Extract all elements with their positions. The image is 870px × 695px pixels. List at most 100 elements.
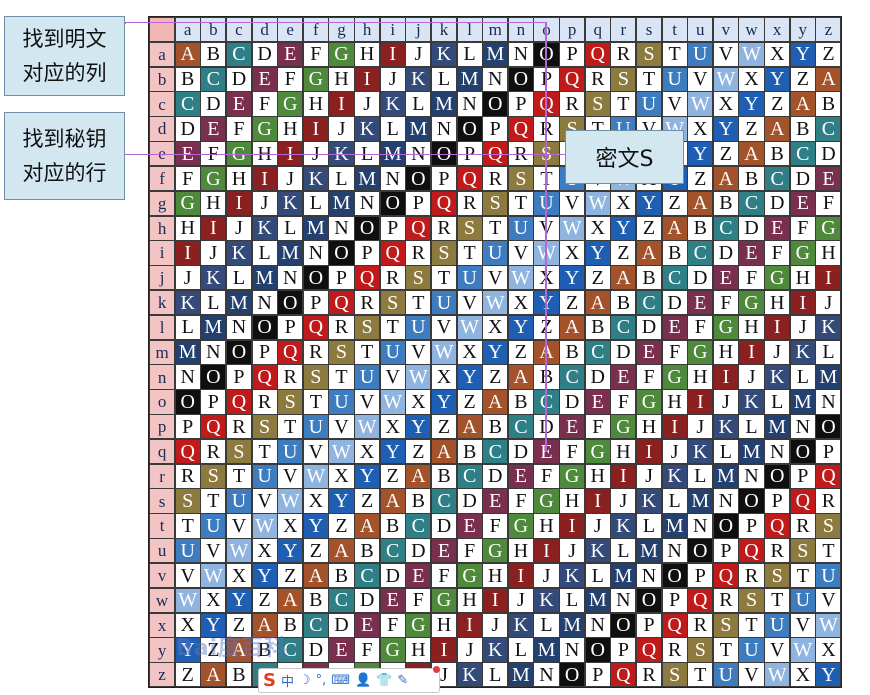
- column-header: h: [354, 17, 381, 43]
- table-cell: T: [379, 314, 406, 341]
- table-cell: Z: [559, 289, 586, 316]
- table-cell: P: [661, 587, 688, 614]
- table-cell: O: [584, 637, 611, 663]
- table-cell: N: [277, 265, 304, 291]
- table-cell: X: [456, 339, 483, 365]
- table-cell: W: [456, 314, 483, 341]
- table-cell: R: [174, 463, 201, 489]
- table-cell: E: [610, 364, 637, 390]
- table-cell: U: [225, 488, 252, 514]
- table-cell: L: [559, 587, 586, 614]
- table-cell: M: [328, 190, 355, 217]
- table-cell: O: [635, 587, 663, 614]
- sogou-logo-icon[interactable]: S: [263, 670, 276, 691]
- table-cell: D: [200, 91, 227, 117]
- table-cell: K: [174, 289, 201, 316]
- table-cell: M: [533, 637, 560, 663]
- row-header: l: [149, 314, 176, 341]
- table-cell: P: [584, 662, 611, 688]
- table-cell: J: [328, 116, 355, 142]
- keyboard-icon[interactable]: ⌨: [331, 673, 350, 688]
- table-cell: V: [712, 41, 739, 68]
- table-cell: R: [738, 562, 765, 589]
- table-cell: E: [559, 414, 586, 440]
- table-cell: M: [764, 414, 791, 440]
- table-cell: T: [430, 265, 458, 291]
- table-cell: M: [430, 91, 458, 117]
- table-cell: D: [559, 389, 586, 415]
- input-method-toolbar[interactable]: S 中 ☽ °, ⌨ 👤 👕 ✎: [258, 668, 440, 693]
- table-cell: G: [533, 488, 560, 514]
- table-cell: L: [815, 339, 842, 365]
- table-cell: Y: [559, 265, 586, 291]
- table-cell: P: [174, 414, 201, 440]
- table-cell: W: [251, 513, 278, 539]
- guide-line-row-horizontal: [125, 154, 565, 155]
- table-cell: A: [456, 414, 483, 440]
- table-cell: B: [456, 438, 483, 465]
- table-cell: H: [405, 637, 432, 663]
- table-cell: C: [354, 562, 381, 589]
- guide-line-column-vertical: [545, 22, 547, 452]
- column-header: r: [610, 17, 637, 43]
- settings-icon[interactable]: ✎: [397, 673, 408, 688]
- table-cell: W: [200, 562, 227, 589]
- table-cell: K: [635, 488, 663, 514]
- table-cell: R: [764, 538, 791, 564]
- user-icon[interactable]: 👤: [355, 673, 371, 688]
- table-cell: P: [815, 438, 842, 465]
- table-cell: H: [302, 91, 329, 117]
- table-cell: C: [405, 513, 432, 539]
- table-cell: I: [789, 289, 816, 316]
- callout-ciphertext-label: 密文S: [595, 147, 654, 172]
- chinese-mode-icon[interactable]: 中: [281, 671, 294, 690]
- table-cell: A: [610, 265, 637, 291]
- table-cell: F: [559, 438, 586, 465]
- table-cell: J: [507, 587, 534, 614]
- table-cell: K: [251, 215, 278, 241]
- table-cell: S: [251, 414, 278, 440]
- table-cell: L: [482, 662, 509, 688]
- table-cell: P: [687, 562, 714, 589]
- table-cell: P: [251, 339, 278, 365]
- table-cell: G: [379, 637, 406, 663]
- table-cell: K: [584, 538, 611, 564]
- table-cell: Z: [507, 339, 534, 365]
- table-cell: H: [533, 513, 560, 539]
- table-cell: B: [610, 289, 637, 316]
- table-cell: T: [610, 91, 637, 117]
- skin-icon[interactable]: 👕: [376, 673, 392, 688]
- table-cell: M: [354, 165, 381, 192]
- table-cell: R: [302, 339, 329, 365]
- table-cell: I: [225, 190, 252, 217]
- table-cell: F: [661, 339, 688, 365]
- table-cell: F: [379, 612, 406, 638]
- table-cell: B: [405, 488, 432, 514]
- table-cell: S: [712, 612, 739, 638]
- guide-line-column-top: [125, 22, 545, 23]
- table-cell: A: [764, 116, 791, 142]
- table-cell: Q: [738, 538, 765, 564]
- moon-icon[interactable]: ☽: [299, 673, 311, 688]
- table-cell: Q: [559, 66, 586, 92]
- table-cell: K: [482, 637, 509, 663]
- table-cell: Z: [354, 488, 381, 514]
- notification-dot: [433, 666, 440, 673]
- table-cell: E: [789, 190, 816, 217]
- table-cell: B: [482, 414, 509, 440]
- table-cell: B: [354, 538, 381, 564]
- table-cell: O: [610, 612, 637, 638]
- table-cell: F: [635, 364, 663, 390]
- table-cell: U: [661, 66, 688, 92]
- table-cell: U: [405, 314, 432, 341]
- table-cell: F: [456, 538, 483, 564]
- table-cell: T: [328, 364, 355, 390]
- table-cell: K: [405, 66, 432, 92]
- column-header: b: [200, 17, 227, 43]
- table-cell: J: [815, 289, 842, 316]
- table-cell: X: [482, 314, 509, 341]
- table-cell: A: [405, 463, 432, 489]
- table-cell: H: [482, 562, 509, 589]
- punctuation-icon[interactable]: °,: [316, 673, 327, 688]
- table-cell: S: [277, 389, 304, 415]
